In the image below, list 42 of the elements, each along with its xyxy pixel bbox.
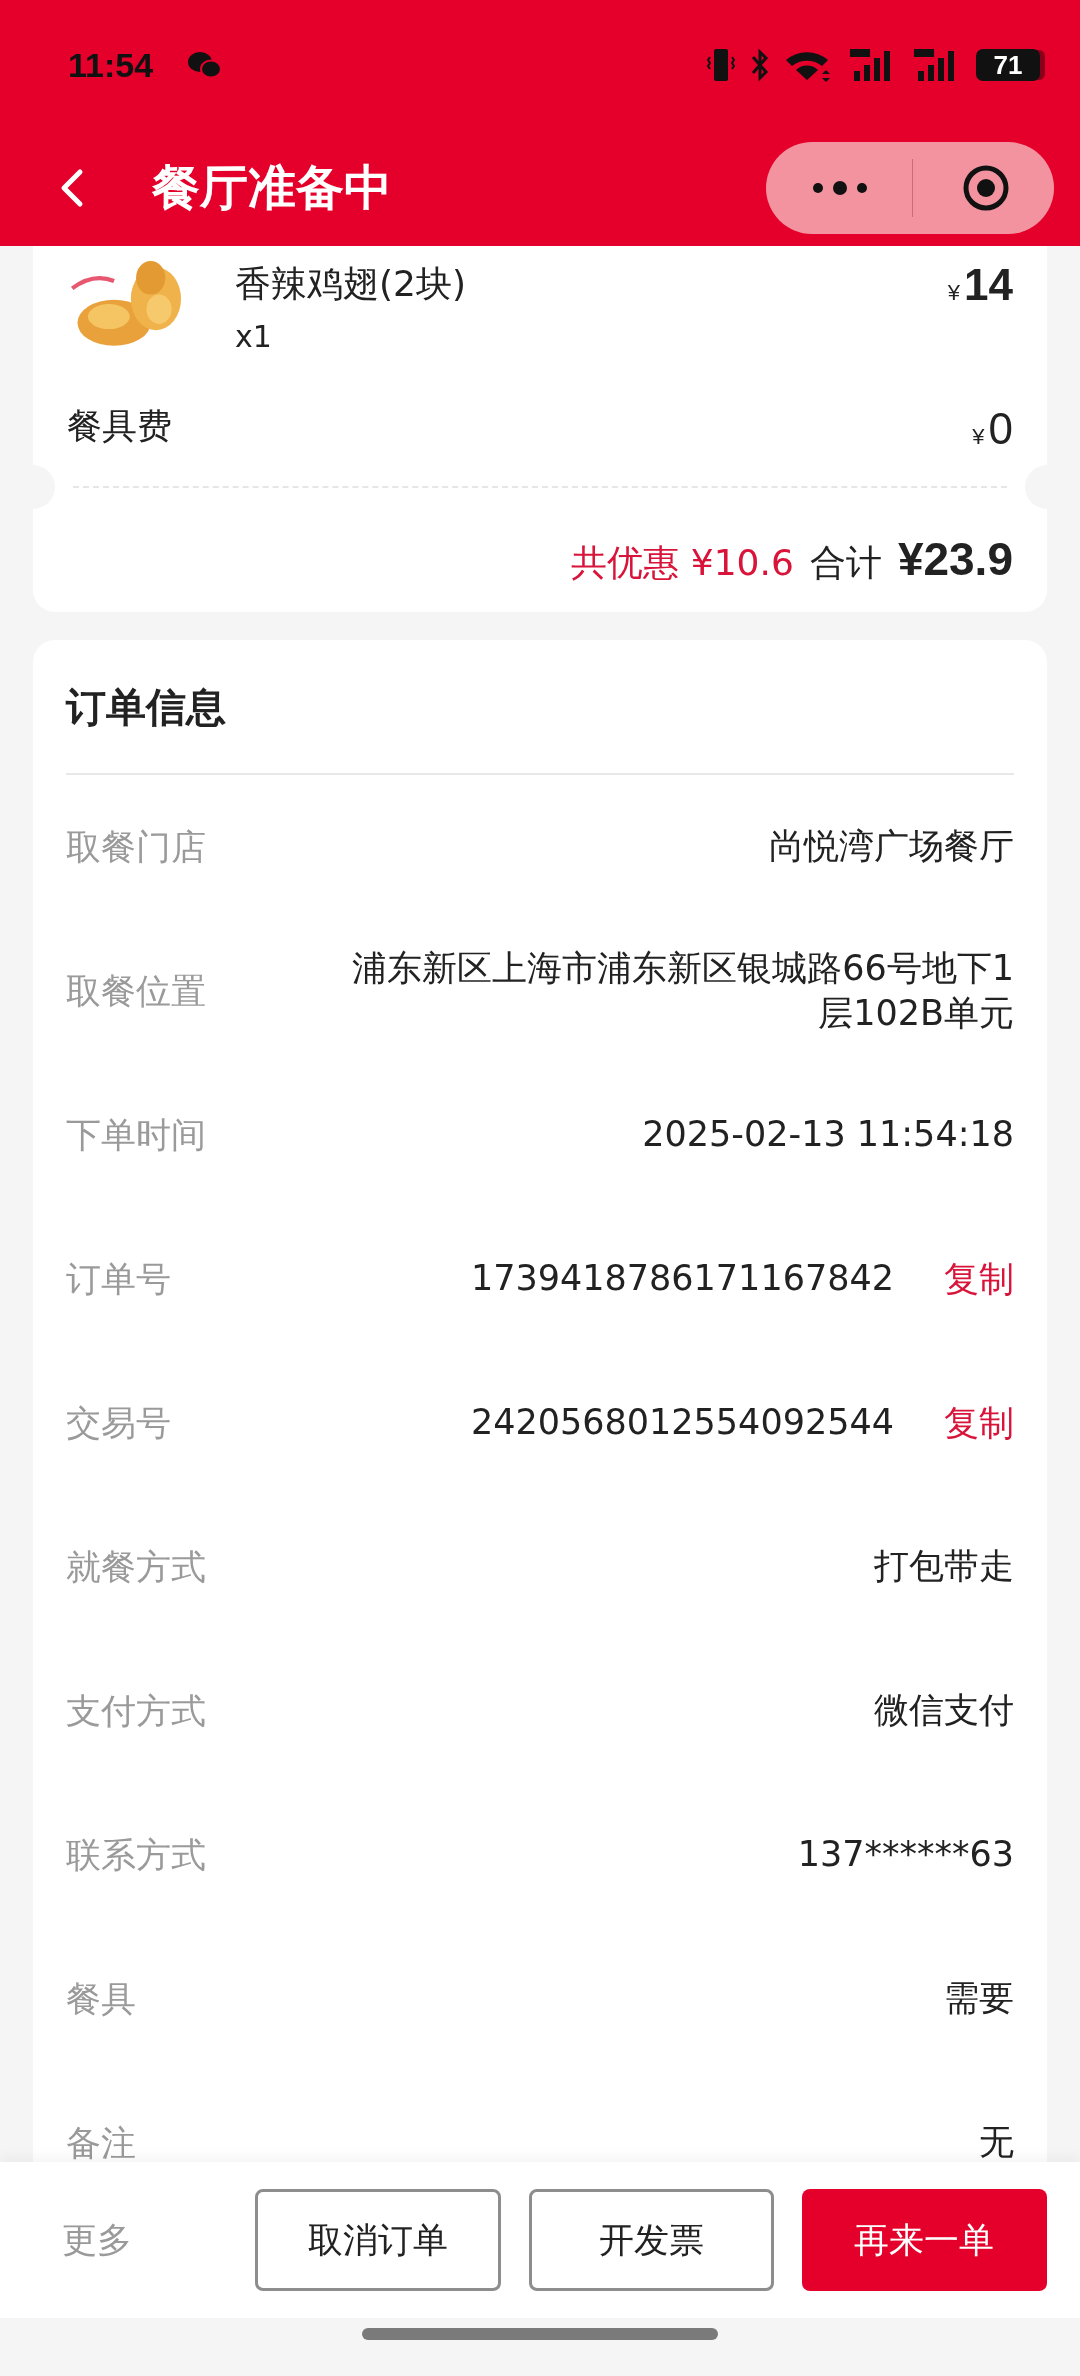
fee-amount: ¥0	[972, 403, 1013, 454]
info-label: 订单号	[66, 1257, 171, 1301]
info-label: 餐具	[66, 1977, 136, 2021]
info-label: 取餐位置	[66, 969, 206, 1013]
info-value: 尚悦湾广场餐厅	[768, 825, 1014, 869]
info-value: 2025-02-13 11:54:18	[641, 1113, 1014, 1157]
info-label: 下单时间	[66, 1113, 206, 1157]
fee-label: 餐具费	[67, 404, 172, 448]
action-button[interactable]: 取消订单	[255, 2189, 501, 2291]
bluetooth-icon	[750, 48, 770, 82]
copy-link[interactable]: 复制	[944, 1399, 1014, 1447]
info-label: 备注	[66, 2121, 136, 2162]
back-icon[interactable]	[60, 168, 84, 208]
info-value: 需要	[943, 1977, 1014, 2021]
info-label: 就餐方式	[66, 1545, 206, 1589]
discount-text: 共优惠 ¥10.6	[571, 541, 794, 585]
info-value: 无	[978, 2121, 1014, 2162]
item-price: ¥14	[947, 259, 1013, 310]
info-value: 2420568012554092544	[469, 1401, 894, 1445]
info-label: 交易号	[66, 1401, 171, 1445]
more-link[interactable]: 更多	[62, 2216, 228, 2264]
status-time: 11:54	[68, 45, 154, 85]
info-value: 浦东新区上海市浦东新区银城路66号地下1层102B单元	[351, 946, 1014, 1035]
info-value: 137******63	[796, 1833, 1014, 1877]
info-value: 1739418786171167842	[469, 1257, 894, 1301]
chat-bubbles-icon	[187, 51, 222, 79]
info-value: 微信支付	[873, 1689, 1014, 1733]
page-title: 餐厅准备中	[152, 158, 392, 217]
more-icon[interactable]	[810, 178, 870, 198]
info-label: 联系方式	[66, 1833, 206, 1877]
info-label: 支付方式	[66, 1689, 206, 1733]
info-label: 取餐门店	[66, 825, 206, 869]
vibrate-icon	[706, 47, 736, 83]
total-amount: ¥23.9	[897, 532, 1013, 586]
item-name: 香辣鸡翅(2块)	[235, 262, 467, 306]
info-value: 打包带走	[873, 1545, 1014, 1589]
copy-link[interactable]: 复制	[944, 1255, 1014, 1303]
item-quantity: x1	[235, 319, 273, 354]
action-button[interactable]: 再来一单	[801, 2189, 1047, 2291]
total-label: 合计	[809, 541, 882, 585]
section-title: 订单信息	[66, 683, 227, 732]
action-button[interactable]: 开发票	[528, 2189, 774, 2291]
